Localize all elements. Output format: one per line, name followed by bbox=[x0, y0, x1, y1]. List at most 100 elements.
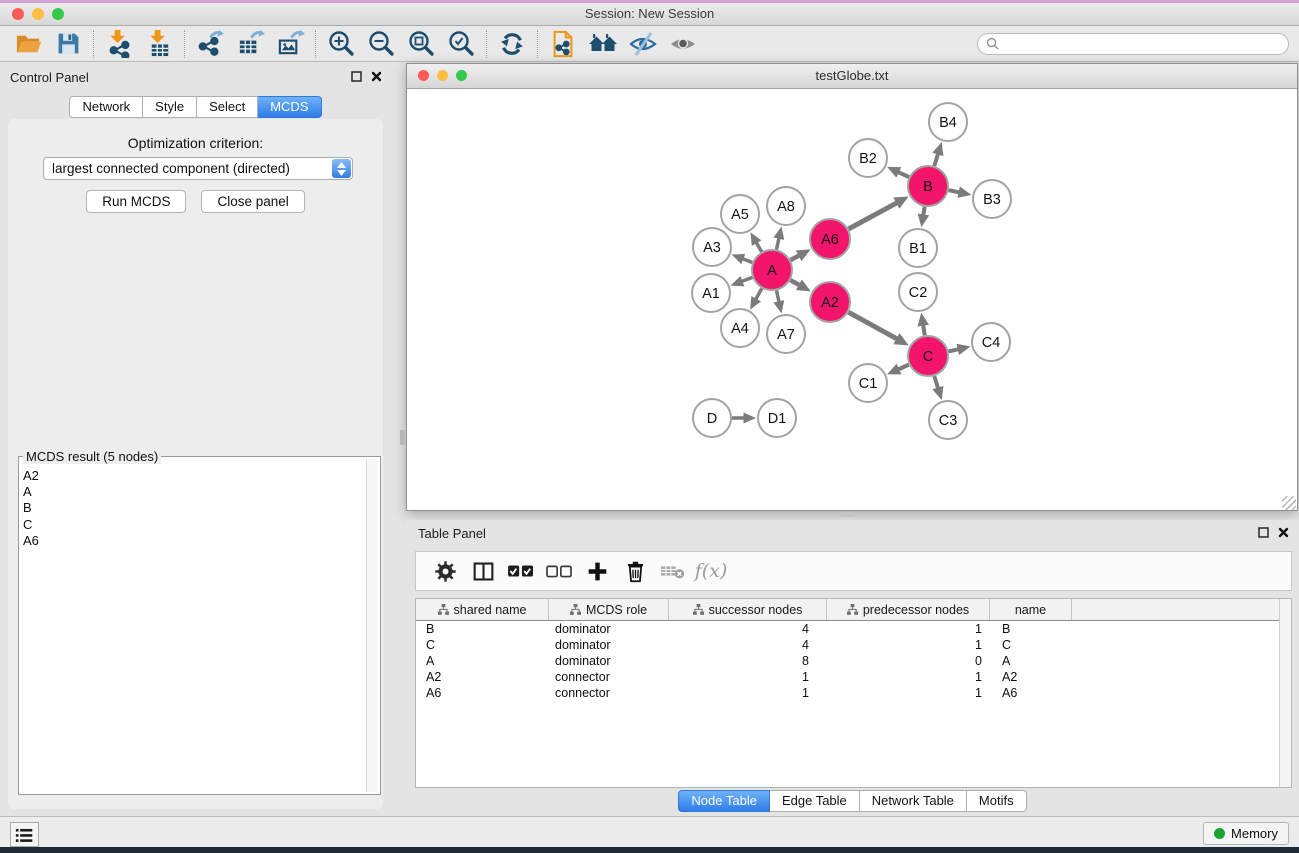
mcds-result-item[interactable]: B bbox=[23, 500, 364, 516]
mcds-result-scrollbar[interactable] bbox=[366, 459, 378, 792]
node-B1[interactable]: B1 bbox=[899, 229, 937, 267]
network-canvas[interactable]: B4B2BB3A8A5A6A3B1AA1C2A2A4A7CC4C1C3DD1 bbox=[407, 89, 1297, 511]
export-network-button[interactable] bbox=[190, 27, 230, 61]
splitter-handle[interactable] bbox=[840, 512, 855, 517]
node-B[interactable]: B bbox=[908, 166, 948, 206]
node-A6[interactable]: A6 bbox=[810, 219, 850, 259]
column-header-mcds-role[interactable]: MCDS role bbox=[549, 599, 669, 620]
edge-A6-B[interactable] bbox=[848, 196, 908, 229]
edge-C-C2[interactable] bbox=[918, 313, 929, 336]
criterion-select[interactable]: largest connected component (directed) bbox=[43, 157, 353, 180]
refresh-layout-button[interactable] bbox=[492, 27, 532, 61]
column-header-successor-nodes[interactable]: successor nodes bbox=[669, 599, 827, 620]
node-A1[interactable]: A1 bbox=[692, 274, 730, 312]
mcds-result-item[interactable]: A bbox=[23, 484, 364, 500]
run-mcds-button[interactable]: Run MCDS bbox=[86, 190, 186, 213]
edge-C-C1[interactable] bbox=[887, 364, 909, 375]
node-B2[interactable]: B2 bbox=[849, 139, 887, 177]
column-header-predecessor-nodes[interactable]: predecessor nodes bbox=[827, 599, 990, 620]
column-header-shared-name[interactable]: shared name bbox=[416, 599, 549, 620]
node-D1[interactable]: D1 bbox=[758, 399, 796, 437]
float-panel-icon[interactable] bbox=[351, 71, 362, 82]
node-B3[interactable]: B3 bbox=[973, 180, 1011, 218]
show-all-button[interactable] bbox=[663, 27, 703, 61]
zoom-selected-button[interactable] bbox=[441, 27, 481, 61]
network-minimize-button[interactable] bbox=[437, 70, 448, 81]
edge-A-A2[interactable] bbox=[790, 280, 810, 292]
edge-A-A7[interactable] bbox=[773, 291, 784, 314]
edge-A-A8[interactable] bbox=[773, 227, 784, 250]
table-row[interactable]: Bdominator41B bbox=[416, 621, 1291, 637]
edge-A-A4[interactable] bbox=[750, 288, 762, 309]
delete-column-button[interactable] bbox=[616, 555, 654, 587]
network-window-titlebar[interactable]: testGlobe.txt bbox=[407, 64, 1297, 89]
edge-A-A3[interactable] bbox=[732, 254, 753, 264]
memory-button[interactable]: Memory bbox=[1203, 822, 1289, 845]
search-input[interactable] bbox=[1004, 36, 1280, 52]
edge-C-C4[interactable] bbox=[948, 344, 970, 355]
settings-gear-button[interactable] bbox=[426, 555, 464, 587]
column-header-name[interactable]: name bbox=[990, 599, 1072, 620]
node-A3[interactable]: A3 bbox=[693, 228, 731, 266]
edge-A-A1[interactable] bbox=[731, 276, 753, 286]
edge-B-B4[interactable] bbox=[932, 142, 943, 166]
tab-network-table[interactable]: Network Table bbox=[860, 790, 967, 812]
close-panel-button[interactable]: Close panel bbox=[201, 190, 304, 213]
edge-B-B2[interactable] bbox=[887, 167, 909, 178]
add-column-button[interactable] bbox=[578, 555, 616, 587]
tab-mcds[interactable]: MCDS bbox=[258, 96, 321, 118]
export-table-button[interactable] bbox=[230, 27, 270, 61]
zoom-in-button[interactable] bbox=[321, 27, 361, 61]
node-C[interactable]: C bbox=[908, 336, 948, 376]
node-A5[interactable]: A5 bbox=[721, 195, 759, 233]
tab-motifs[interactable]: Motifs bbox=[967, 790, 1027, 812]
table-row[interactable]: A2connector11A2 bbox=[416, 669, 1291, 685]
search-box[interactable] bbox=[977, 33, 1289, 55]
float-panel-icon[interactable] bbox=[1258, 527, 1269, 538]
zoom-fit-button[interactable] bbox=[401, 27, 441, 61]
mcds-result-item[interactable]: C bbox=[23, 517, 364, 533]
resize-grip-icon[interactable] bbox=[1282, 496, 1296, 510]
node-C2[interactable]: C2 bbox=[899, 273, 937, 311]
hide-selected-button[interactable] bbox=[623, 27, 663, 61]
node-A2[interactable]: A2 bbox=[810, 282, 850, 322]
edge-A-A6[interactable] bbox=[791, 249, 811, 261]
table-row[interactable]: Cdominator41C bbox=[416, 637, 1291, 653]
edge-A-A5[interactable] bbox=[750, 232, 761, 252]
node-A4[interactable]: A4 bbox=[721, 309, 759, 347]
edge-B-B1[interactable] bbox=[918, 207, 929, 228]
import-table-button[interactable] bbox=[139, 27, 179, 61]
network-maximize-button[interactable] bbox=[456, 70, 467, 81]
table-row[interactable]: Adominator80A bbox=[416, 653, 1291, 669]
save-session-button[interactable] bbox=[48, 27, 88, 61]
node-B4[interactable]: B4 bbox=[929, 103, 967, 141]
new-network-from-selection-button[interactable] bbox=[543, 27, 583, 61]
tab-network[interactable]: Network bbox=[69, 96, 143, 118]
open-file-button[interactable] bbox=[8, 27, 48, 61]
node-C4[interactable]: C4 bbox=[972, 323, 1010, 361]
tab-select[interactable]: Select bbox=[197, 96, 258, 118]
network-close-button[interactable] bbox=[418, 70, 429, 81]
select-all-rows-button[interactable] bbox=[502, 555, 540, 587]
export-image-button[interactable] bbox=[270, 27, 310, 61]
tab-style[interactable]: Style bbox=[143, 96, 197, 118]
column-layout-button[interactable] bbox=[464, 555, 502, 587]
table-scrollbar[interactable] bbox=[1279, 599, 1291, 787]
first-neighbors-button[interactable] bbox=[583, 27, 623, 61]
node-D[interactable]: D bbox=[693, 399, 731, 437]
edge-B-B3[interactable] bbox=[949, 187, 972, 198]
node-A[interactable]: A bbox=[752, 250, 792, 290]
network-graph[interactable]: B4B2BB3A8A5A6A3B1AA1C2A2A4A7CC4C1C3DD1 bbox=[407, 89, 1297, 511]
deselect-all-rows-button[interactable] bbox=[540, 555, 578, 587]
close-panel-icon[interactable] bbox=[1278, 527, 1289, 538]
splitter-handle[interactable] bbox=[400, 430, 405, 445]
import-network-button[interactable] bbox=[99, 27, 139, 61]
tab-node-table[interactable]: Node Table bbox=[678, 790, 770, 812]
mcds-result-item[interactable]: A2 bbox=[23, 468, 364, 484]
edge-A2-C[interactable] bbox=[848, 312, 908, 345]
table-row[interactable]: A6connector11A6 bbox=[416, 685, 1291, 701]
edge-C-C3[interactable] bbox=[932, 376, 943, 400]
node-A8[interactable]: A8 bbox=[767, 187, 805, 225]
zoom-out-button[interactable] bbox=[361, 27, 401, 61]
function-builder-button[interactable]: f(x) bbox=[692, 555, 730, 587]
